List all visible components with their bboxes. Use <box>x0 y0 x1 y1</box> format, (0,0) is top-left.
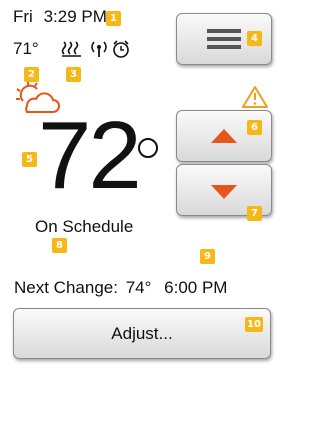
callout-marker-10: 10 <box>245 317 263 332</box>
adjust-button-label: Adjust... <box>111 324 173 343</box>
arrow-up-icon <box>211 129 237 143</box>
arrow-down-icon <box>211 185 237 199</box>
degree-symbol <box>138 138 158 158</box>
next-change-line: Next Change: 74° 6:00 PM <box>14 278 227 298</box>
time-label: 3:29 PM <box>43 7 107 26</box>
callout-marker-2: 2 <box>24 67 39 82</box>
callout-marker-9: 9 <box>200 249 215 264</box>
callout-marker-4: 4 <box>247 31 262 46</box>
callout-marker-3: 3 <box>66 67 81 82</box>
adjust-button[interactable]: Adjust... <box>13 308 271 359</box>
callout-marker-5: 5 <box>22 152 37 167</box>
callout-marker-6: 6 <box>247 120 262 135</box>
next-change-temp: 74° <box>125 278 152 297</box>
setpoint-temperature: 72 <box>38 102 142 209</box>
callout-marker-1: 1 <box>106 11 121 26</box>
schedule-status: On Schedule <box>35 217 134 236</box>
next-change-label: Next Change: <box>14 278 118 297</box>
indoor-temperature: 71° <box>13 39 39 58</box>
day-label: Fri <box>13 7 33 26</box>
heating-coil-icon <box>61 41 81 57</box>
wireless-signal-icon <box>91 41 107 57</box>
menu-icon <box>207 29 241 49</box>
temperature-up-button[interactable] <box>176 110 272 162</box>
callout-marker-7: 7 <box>247 206 262 221</box>
warning-triangle-icon[interactable] <box>241 84 269 110</box>
callout-marker-8: 8 <box>52 238 67 253</box>
next-change-time: 6:00 PM <box>164 278 228 297</box>
alarm-clock-icon <box>113 40 129 58</box>
date-time: Fri 3:29 PM <box>13 7 107 27</box>
